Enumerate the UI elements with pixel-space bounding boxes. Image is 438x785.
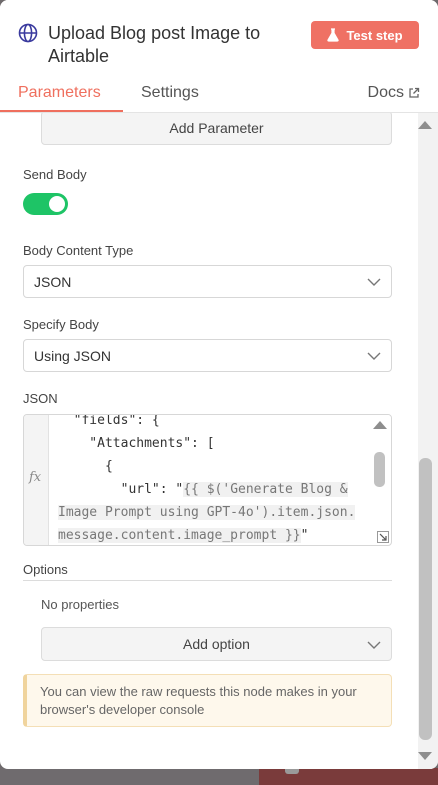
code-token: "url": " [58, 482, 184, 497]
panel-header: Upload Blog post Image to Airtable Test … [0, 0, 438, 113]
options-label: Options [23, 562, 68, 577]
flask-icon [327, 28, 340, 42]
body-content-type-value: JSON [34, 273, 72, 290]
code-token: " [300, 528, 309, 543]
resize-handle-icon[interactable] [377, 531, 389, 543]
chevron-down-icon [367, 641, 381, 649]
json-label: JSON [23, 391, 58, 406]
test-step-label: Test step [346, 27, 403, 43]
active-tab-indicator [0, 110, 123, 112]
send-body-label: Send Body [23, 167, 87, 182]
fx-icon: fx [29, 470, 42, 485]
body-content-type-label: Body Content Type [23, 243, 134, 258]
code-line: "url": "{{ $('Generate Blog & [58, 478, 368, 501]
test-step-button[interactable]: Test step [311, 21, 419, 49]
json-code[interactable]: "fields": { "Attachments": [ { "url": "{… [58, 414, 368, 545]
scroll-down-arrow-icon[interactable] [418, 752, 432, 760]
no-properties-text: No properties [41, 597, 120, 612]
developer-console-notice: You can view the raw requests this node … [23, 674, 392, 727]
expression-gutter: fx [24, 415, 49, 545]
tab-settings[interactable]: Settings [141, 84, 199, 102]
code-line: "fields": { [58, 414, 160, 428]
expression-token: {{ $('Generate Blog & [183, 482, 348, 497]
node-parameters-panel: Upload Blog post Image to Airtable Test … [0, 0, 438, 769]
toggle-knob [49, 196, 65, 212]
editor-scrollbar-thumb[interactable] [374, 452, 385, 487]
panel-tabs: Parameters Settings Docs [0, 80, 438, 113]
chevron-down-icon [367, 278, 381, 286]
body-content-type-select[interactable]: JSON [23, 265, 392, 298]
parameters-content: Add Parameter Send Body Body Content Typ… [0, 113, 438, 769]
specify-body-value: Using JSON [34, 347, 112, 364]
send-body-toggle[interactable] [23, 193, 68, 215]
globe-icon [18, 23, 38, 43]
code-line: { [58, 459, 113, 474]
code-line: "Attachments": [ [58, 436, 215, 451]
code-line: Image Prompt using GPT-4o').item.json. [58, 501, 368, 524]
specify-body-select[interactable]: Using JSON [23, 339, 392, 372]
json-editor[interactable]: fx "fields": { "Attachments": [ { "url":… [23, 414, 392, 546]
expression-token: message.content.image_prompt }} [58, 528, 301, 543]
node-title[interactable]: Upload Blog post Image to Airtable [48, 22, 300, 68]
options-divider [23, 580, 392, 581]
specify-body-label: Specify Body [23, 317, 99, 332]
external-link-icon [409, 87, 420, 98]
docs-link[interactable]: Docs [368, 84, 420, 102]
docs-label: Docs [367, 84, 404, 101]
panel-scrollbar-thumb[interactable] [419, 458, 432, 740]
chevron-down-icon [367, 352, 381, 360]
scroll-up-arrow-icon[interactable] [373, 421, 387, 429]
tab-parameters[interactable]: Parameters [18, 84, 101, 102]
add-option-label: Add option [183, 636, 250, 652]
scroll-up-arrow-icon[interactable] [418, 121, 432, 129]
expression-token: Image Prompt using GPT-4o').item.json. [58, 505, 356, 520]
code-line: message.content.image_prompt }}" [58, 524, 368, 545]
add-parameter-button[interactable]: Add Parameter [41, 113, 392, 145]
add-option-dropdown[interactable]: Add option [41, 627, 392, 661]
